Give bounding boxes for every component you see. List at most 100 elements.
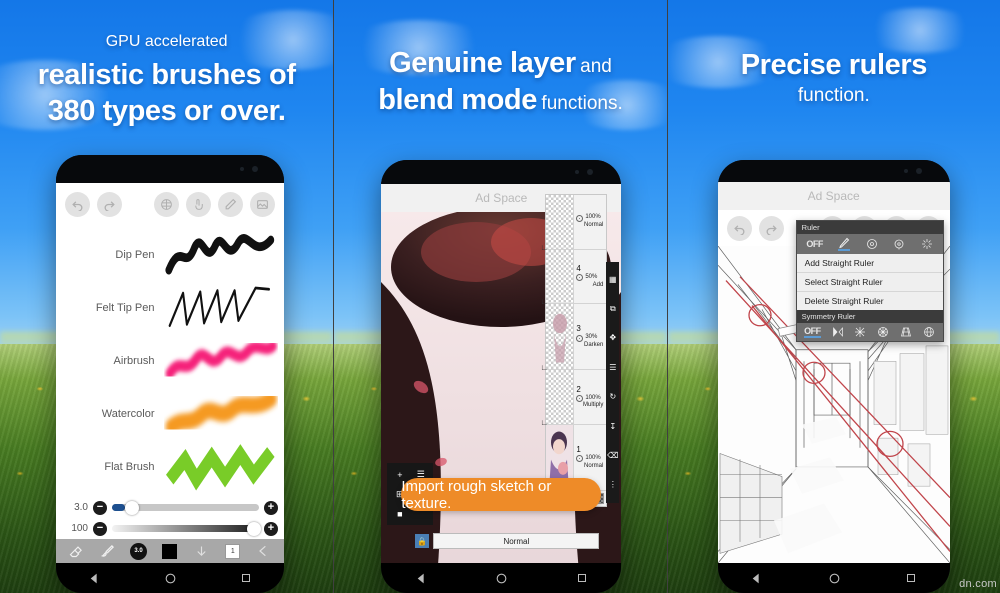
- color-swatch-button[interactable]: [160, 541, 180, 561]
- add-straight-ruler-item[interactable]: Add Straight Ruler: [796, 254, 943, 273]
- brush-size-button[interactable]: 3.0: [129, 541, 149, 561]
- increase-size-button[interactable]: +: [264, 500, 278, 515]
- brush-name: Felt Tip Pen: [95, 302, 155, 315]
- layer-visibility-icon[interactable]: [576, 455, 584, 463]
- trash-icon[interactable]: ⌫: [607, 451, 618, 460]
- panel2-headline-strong-1: Genuine layer: [389, 47, 576, 79]
- promo-panel-rulers: Precise rulers function. Ad Space Ruler …: [666, 0, 1000, 593]
- layer-row[interactable]: 3 30% Darken ∟: [540, 304, 607, 372]
- layer-visibility-icon[interactable]: [576, 274, 584, 282]
- perspective-grid-icon[interactable]: [900, 326, 912, 338]
- brush-stroke-preview: [164, 283, 278, 333]
- back-icon[interactable]: [254, 541, 274, 561]
- layer-blend-mode: Multiply: [582, 402, 604, 409]
- palette-icon[interactable]: [154, 191, 179, 217]
- layer-row[interactable]: 2 100% Multiply ∟: [540, 370, 607, 427]
- brush-row[interactable]: Watercolor: [56, 389, 284, 439]
- undo-icon[interactable]: [726, 215, 752, 241]
- layer-row[interactable]: 100% Normal ∟: [540, 195, 607, 252]
- brush-icon[interactable]: [97, 541, 117, 561]
- brush-size-track[interactable]: [112, 500, 259, 515]
- nav-back-icon[interactable]: [415, 572, 428, 585]
- opacity-slider-row[interactable]: 100 − +: [56, 518, 284, 539]
- symmetry-off-label[interactable]: OFF: [804, 326, 821, 338]
- nav-back-icon[interactable]: [88, 572, 101, 585]
- phone-notch-bar: [381, 160, 622, 184]
- nav-recents-icon[interactable]: [905, 572, 917, 584]
- nav-home-icon[interactable]: [828, 572, 841, 585]
- promo-panel-brushes: GPU accelerated realistic brushes of 380…: [0, 0, 334, 593]
- layer-visibility-icon[interactable]: [576, 214, 584, 222]
- ruler-off-label[interactable]: OFF: [806, 239, 823, 249]
- brush-name: Watercolor: [101, 407, 155, 420]
- redo-icon[interactable]: [758, 215, 784, 241]
- concentric-circle-icon[interactable]: [866, 238, 878, 250]
- duplicate-layer-icon[interactable]: ⧉: [610, 305, 616, 313]
- redo-icon[interactable]: [97, 191, 122, 217]
- download-icon[interactable]: [191, 541, 211, 561]
- straight-ruler-icon[interactable]: [838, 237, 851, 251]
- phone-mockup: Ad Space: [717, 160, 950, 593]
- pen-icon[interactable]: [218, 191, 243, 217]
- phone-mockup: Dip Pen Felt Tip Pen Airbrush Watercolor…: [56, 155, 284, 593]
- panel1-headline-line1: realistic brushes of: [37, 59, 296, 91]
- layer-opacity: 100%: [585, 214, 601, 221]
- lock-layer-icon[interactable]: 🔒: [415, 534, 430, 548]
- ruler-menu-title: Ruler: [796, 221, 943, 234]
- rotate-icon[interactable]: ↻: [609, 393, 616, 401]
- nav-recents-icon[interactable]: [576, 572, 588, 584]
- promo-banner: Import rough sketch or texture.: [401, 478, 602, 512]
- radial-symmetry-icon[interactable]: [877, 326, 889, 338]
- blend-mode-select[interactable]: Normal: [433, 533, 600, 549]
- flip-icon[interactable]: ☰: [609, 363, 616, 372]
- radial-circle-icon[interactable]: [893, 238, 905, 250]
- eraser-icon[interactable]: [66, 541, 86, 561]
- select-straight-ruler-item[interactable]: Select Straight Ruler: [796, 273, 943, 292]
- layer-blend-mode: Normal: [583, 221, 604, 228]
- layer-number: 1: [576, 445, 581, 455]
- android-nav-bar: [381, 563, 622, 593]
- ruler-menu: Ruler OFF Add Straight Ruler Select Stra…: [795, 220, 944, 342]
- move-icon[interactable]: ✥: [609, 334, 616, 342]
- merge-down-icon[interactable]: ↧: [609, 422, 616, 431]
- decrease-opacity-button[interactable]: −: [93, 521, 107, 536]
- app-top-toolbar: [56, 183, 284, 225]
- more-icon[interactable]: ⋮: [609, 481, 617, 489]
- opacity-track[interactable]: [112, 521, 262, 536]
- layer-count-label: 1: [225, 543, 241, 559]
- delete-straight-ruler-item[interactable]: Delete Straight Ruler: [797, 292, 943, 310]
- nav-home-icon[interactable]: [495, 572, 508, 585]
- layer-visibility-icon[interactable]: [576, 334, 584, 342]
- brush-row[interactable]: Airbrush: [56, 336, 284, 386]
- image-icon[interactable]: [250, 191, 275, 217]
- decrease-size-button[interactable]: −: [93, 500, 107, 515]
- finger-icon[interactable]: [186, 191, 211, 217]
- panel1-headline-small: GPU accelerated: [105, 33, 228, 50]
- front-camera-icon: [587, 169, 594, 175]
- kaleidoscope-icon[interactable]: [854, 326, 866, 338]
- increase-opacity-button[interactable]: +: [264, 521, 278, 536]
- brush-row[interactable]: Dip Pen: [56, 230, 284, 280]
- layer-row[interactable]: 4 50% Add ∟: [540, 249, 607, 306]
- brush-name: Dip Pen: [115, 249, 155, 262]
- brush-size-slider-row[interactable]: 3.0 − +: [56, 497, 284, 518]
- phone-screen: Dip Pen Felt Tip Pen Airbrush Watercolor…: [56, 183, 284, 563]
- undo-icon[interactable]: [65, 191, 90, 217]
- sphere-grid-icon[interactable]: [923, 326, 935, 338]
- nav-home-icon[interactable]: [164, 572, 177, 585]
- layer-visibility-icon[interactable]: [576, 394, 584, 402]
- brush-row[interactable]: Flat Brush: [56, 442, 284, 492]
- radial-burst-icon[interactable]: [921, 238, 933, 250]
- panel3-headline-line1: Precise rulers: [740, 49, 928, 81]
- layer-opacity: 30%: [585, 334, 598, 341]
- mirror-icon[interactable]: [832, 326, 844, 338]
- nav-back-icon[interactable]: [750, 572, 763, 585]
- layers-button[interactable]: 1: [223, 541, 243, 561]
- checker-icon[interactable]: ▦: [609, 275, 617, 284]
- brush-row[interactable]: Felt Tip Pen: [56, 283, 284, 333]
- sensor-icon: [903, 169, 908, 173]
- ruler-mode-row: OFF: [796, 234, 943, 254]
- phone-screen: Ad Space: [381, 184, 622, 563]
- nav-recents-icon[interactable]: [240, 572, 252, 584]
- android-nav-bar: [717, 563, 950, 593]
